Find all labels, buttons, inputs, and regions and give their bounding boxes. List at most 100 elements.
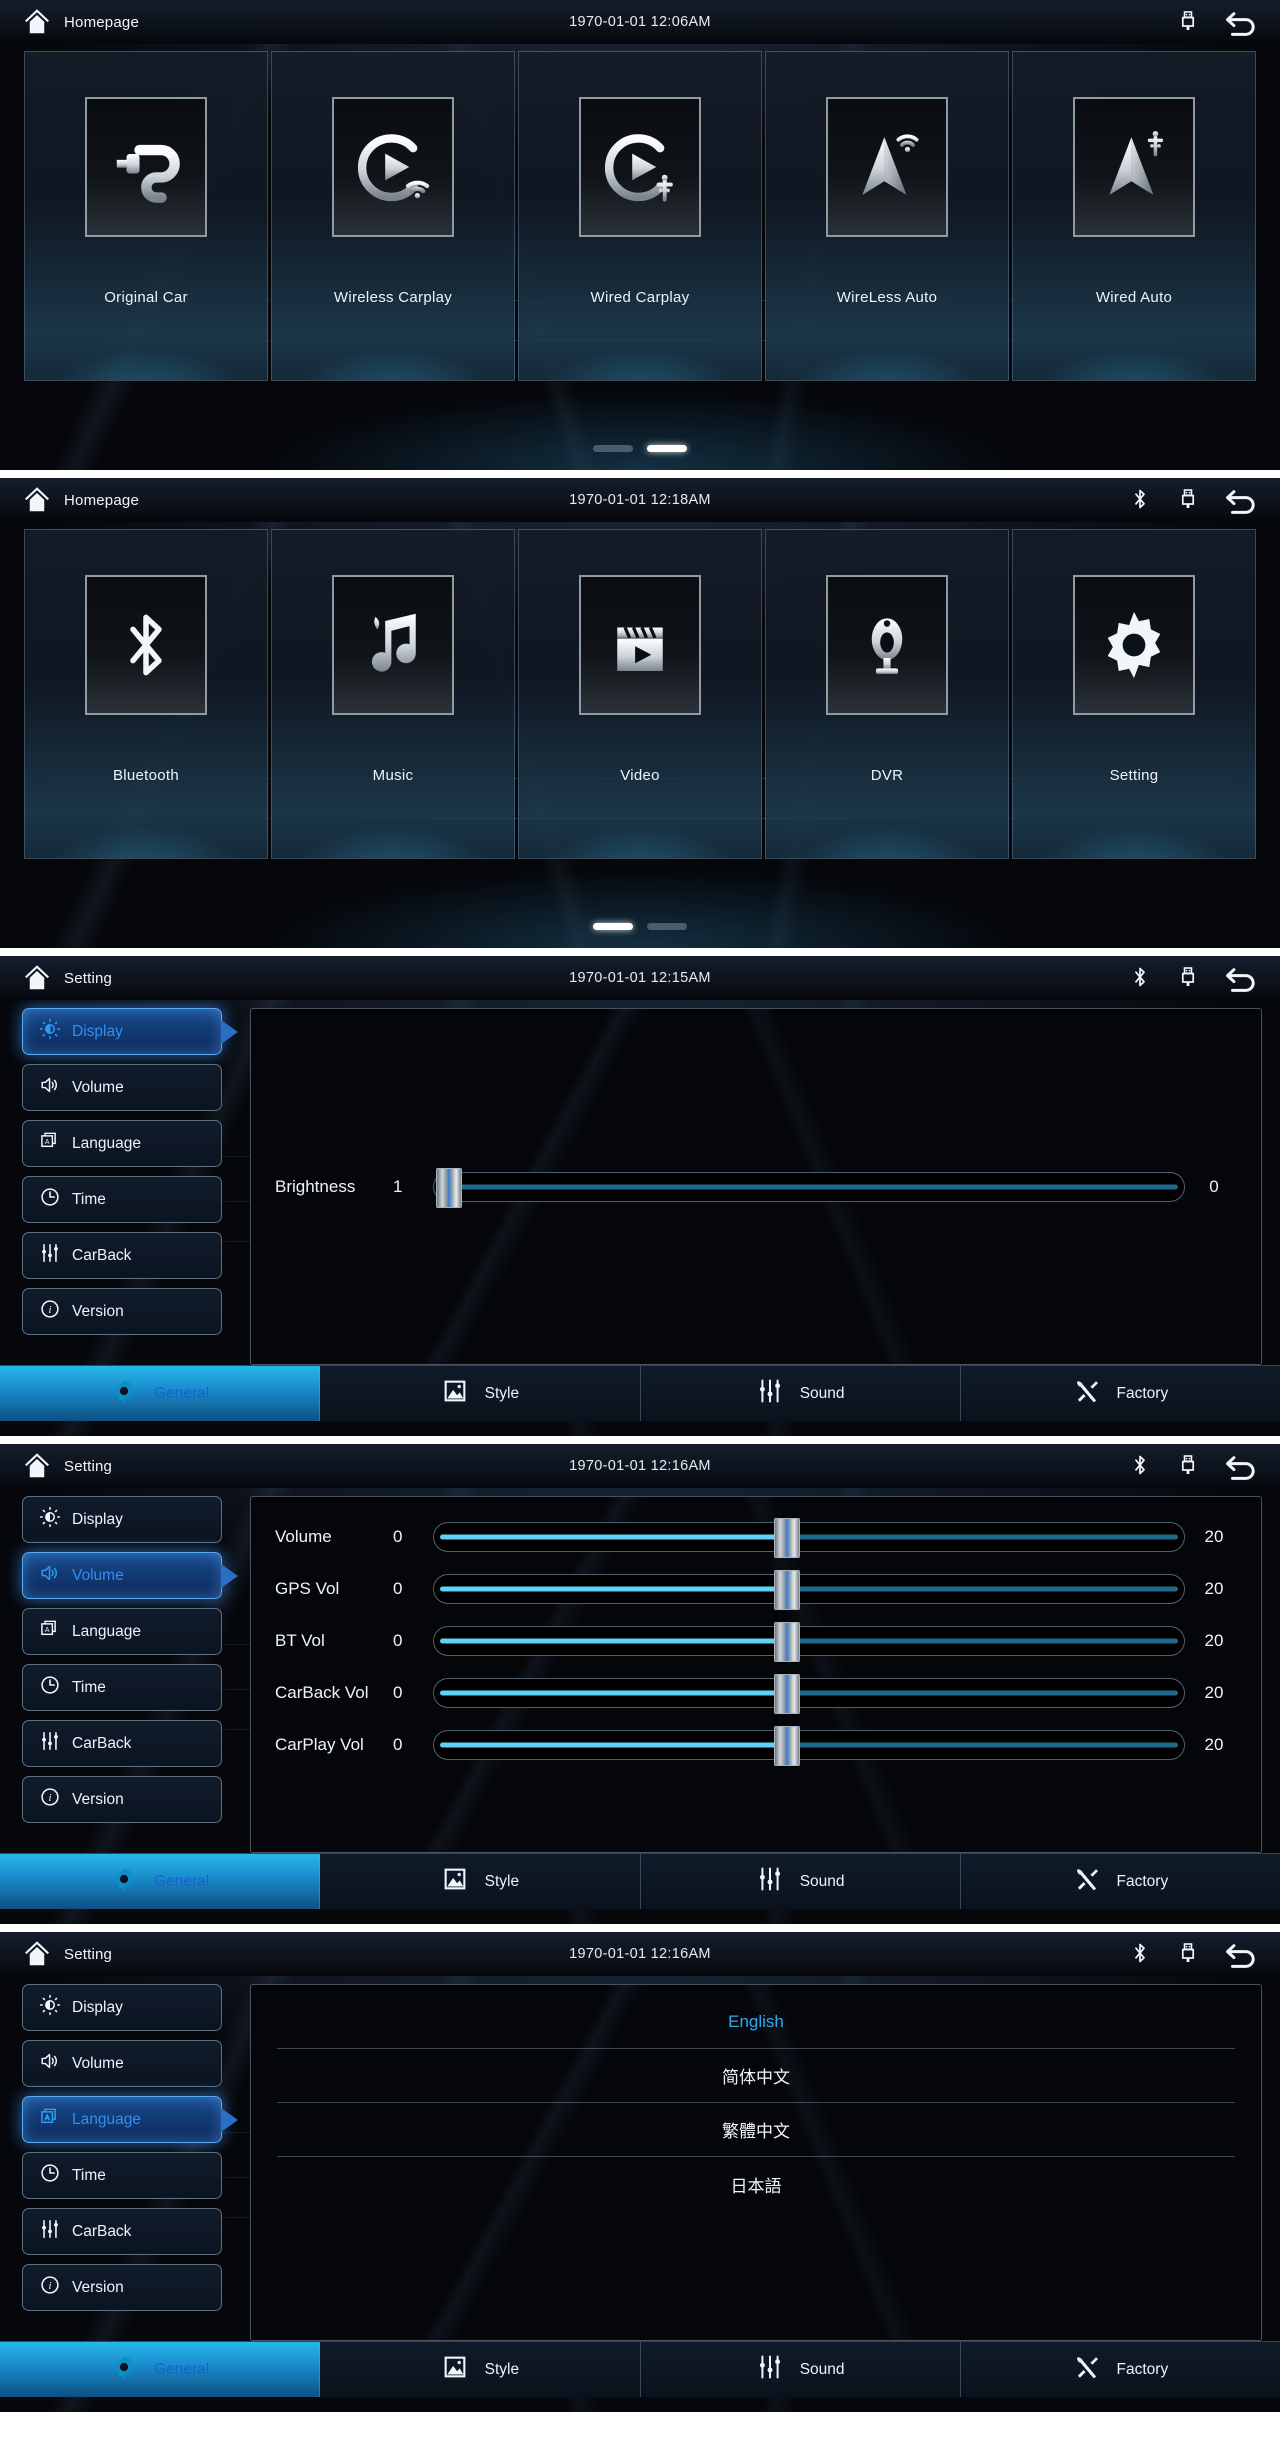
app-tile[interactable]: Music <box>271 529 515 859</box>
language-option[interactable]: 繁體中文 <box>277 2103 1235 2157</box>
back-icon[interactable] <box>1224 1940 1258 1968</box>
slider-track[interactable] <box>433 1167 1185 1208</box>
app-tile[interactable]: WireLess Auto <box>765 51 1009 381</box>
app-label: Wired Auto <box>1095 289 1173 306</box>
tools-icon <box>1073 1377 1101 1410</box>
language-option[interactable]: 简体中文 <box>277 2049 1235 2103</box>
back-icon[interactable] <box>1224 964 1258 992</box>
slider-track[interactable] <box>433 1726 1185 1766</box>
page-dot[interactable] <box>647 923 687 930</box>
sidebar-item-volume[interactable]: Volume <box>22 2040 222 2087</box>
sidebar-item-version[interactable]: i Version <box>22 1288 222 1335</box>
slider-thumb[interactable] <box>436 1167 462 1208</box>
picture-icon <box>441 2353 469 2386</box>
tab-style[interactable]: Style <box>320 2342 641 2397</box>
usb-icon[interactable] <box>1176 1453 1200 1479</box>
bluetooth-icon[interactable] <box>1128 1941 1152 1967</box>
bluetooth-icon[interactable] <box>1128 1453 1152 1479</box>
sidebar-item-carback[interactable]: CarBack <box>22 1232 222 1279</box>
language-option[interactable]: English <box>277 1995 1235 2049</box>
slider-row[interactable]: Volume 0 20 <box>275 1511 1237 1563</box>
sidebar-item-language[interactable]: A Language <box>22 1120 222 1167</box>
slider-label: GPS Vol <box>275 1579 340 1598</box>
slider-track[interactable] <box>433 1518 1185 1558</box>
usb-icon[interactable] <box>1176 965 1200 991</box>
slider-thumb[interactable] <box>773 1570 800 1610</box>
sidebar-item-language[interactable]: A Language <box>22 2096 238 2143</box>
tab-sound[interactable]: Sound <box>641 2342 961 2397</box>
app-tile[interactable]: Wired Auto <box>1012 51 1256 381</box>
slider-track[interactable] <box>433 1674 1185 1714</box>
tab-general[interactable]: General <box>0 1366 321 1421</box>
sidebar-item-version[interactable]: i Version <box>22 1776 222 1823</box>
tab-style[interactable]: Style <box>320 1854 641 1909</box>
tab-factory[interactable]: Factory <box>961 2342 1280 2397</box>
sidebar-item-carback[interactable]: CarBack <box>22 1720 222 1767</box>
page-dot[interactable] <box>593 445 633 452</box>
sidebar-item-display[interactable]: Display <box>22 1008 238 1055</box>
sidebar-item-time[interactable]: Time <box>22 1664 222 1711</box>
app-tile[interactable]: Wired Carplay <box>518 51 762 381</box>
page-dot[interactable] <box>647 445 687 452</box>
slider-row[interactable]: GPS Vol 0 20 <box>275 1563 1237 1615</box>
slider-row[interactable]: BT Vol 0 20 <box>275 1615 1237 1667</box>
slider-track[interactable] <box>433 1622 1185 1662</box>
home-icon[interactable] <box>22 1451 52 1481</box>
back-icon[interactable] <box>1224 1452 1258 1480</box>
panel-header: Setting 1970-01-01 12:16AM <box>0 1444 1280 1488</box>
app-tile[interactable]: Video <box>518 529 762 859</box>
sidebar-item-display[interactable]: Display <box>22 1496 222 1543</box>
page-dot[interactable] <box>593 923 633 930</box>
home-icon[interactable] <box>22 1939 52 1969</box>
sidebar-item-carback[interactable]: CarBack <box>22 2208 222 2255</box>
home-icon[interactable] <box>22 485 52 515</box>
app-tile[interactable]: Original Car <box>24 51 268 381</box>
app-tile[interactable]: Wireless Carplay <box>271 51 515 381</box>
sidebar-item-language[interactable]: A Language <box>22 1608 222 1655</box>
app-label: Music <box>372 767 414 784</box>
tab-factory[interactable]: Factory <box>961 1366 1280 1421</box>
app-tile[interactable]: Setting <box>1012 529 1256 859</box>
slider-thumb[interactable] <box>773 1518 800 1558</box>
slider-row[interactable]: Brightness 1 0 <box>275 1161 1237 1213</box>
settings-sidebar: Display Volume A Language Time CarBack i Versio… <box>22 1008 238 1365</box>
tab-sound[interactable]: Sound <box>641 1854 961 1909</box>
tab-sound[interactable]: Sound <box>641 1366 961 1421</box>
slider-thumb[interactable] <box>773 1622 800 1662</box>
app-icon-frame <box>1073 575 1195 715</box>
slider-thumb[interactable] <box>773 1726 800 1766</box>
sidebar-item-time[interactable]: Time <box>22 1176 222 1223</box>
tab-factory[interactable]: Factory <box>961 1854 1280 1909</box>
slider-row[interactable]: CarBack Vol 0 20 <box>275 1667 1237 1719</box>
clock-icon <box>39 2162 61 2189</box>
slider-track[interactable] <box>433 1570 1185 1610</box>
sliders-icon <box>39 1730 61 1757</box>
language-option[interactable]: 日本語 <box>277 2157 1235 2211</box>
svg-text:A: A <box>45 1139 50 1146</box>
tab-general[interactable]: General <box>0 1854 321 1909</box>
sidebar-item-display[interactable]: Display <box>22 1984 222 2031</box>
slider-thumb[interactable] <box>773 1674 800 1714</box>
sidebar-item-volume[interactable]: Volume <box>22 1552 238 1599</box>
tab-general[interactable]: General <box>0 2342 321 2397</box>
back-icon[interactable] <box>1224 8 1258 36</box>
tab-style[interactable]: Style <box>320 1366 641 1421</box>
app-icon-frame <box>332 97 454 237</box>
sidebar-item-volume[interactable]: Volume <box>22 1064 222 1111</box>
tab-label: Sound <box>799 2360 845 2378</box>
app-tile[interactable]: Bluetooth <box>24 529 268 859</box>
bluetooth-icon[interactable] <box>1128 965 1152 991</box>
app-tile[interactable]: DVR <box>765 529 1009 859</box>
usb-icon[interactable] <box>1176 487 1200 513</box>
usb-icon[interactable] <box>1176 1941 1200 1967</box>
page-title: Setting <box>64 1945 113 1963</box>
sidebar-item-time[interactable]: Time <box>22 2152 222 2199</box>
android-auto-wired-icon <box>1095 123 1173 211</box>
usb-icon[interactable] <box>1176 9 1200 35</box>
home-icon[interactable] <box>22 7 52 37</box>
bluetooth-icon[interactable] <box>1128 487 1152 513</box>
sidebar-item-version[interactable]: i Version <box>22 2264 222 2311</box>
slider-row[interactable]: CarPlay Vol 0 20 <box>275 1719 1237 1771</box>
back-icon[interactable] <box>1224 486 1258 514</box>
home-icon[interactable] <box>22 963 52 993</box>
